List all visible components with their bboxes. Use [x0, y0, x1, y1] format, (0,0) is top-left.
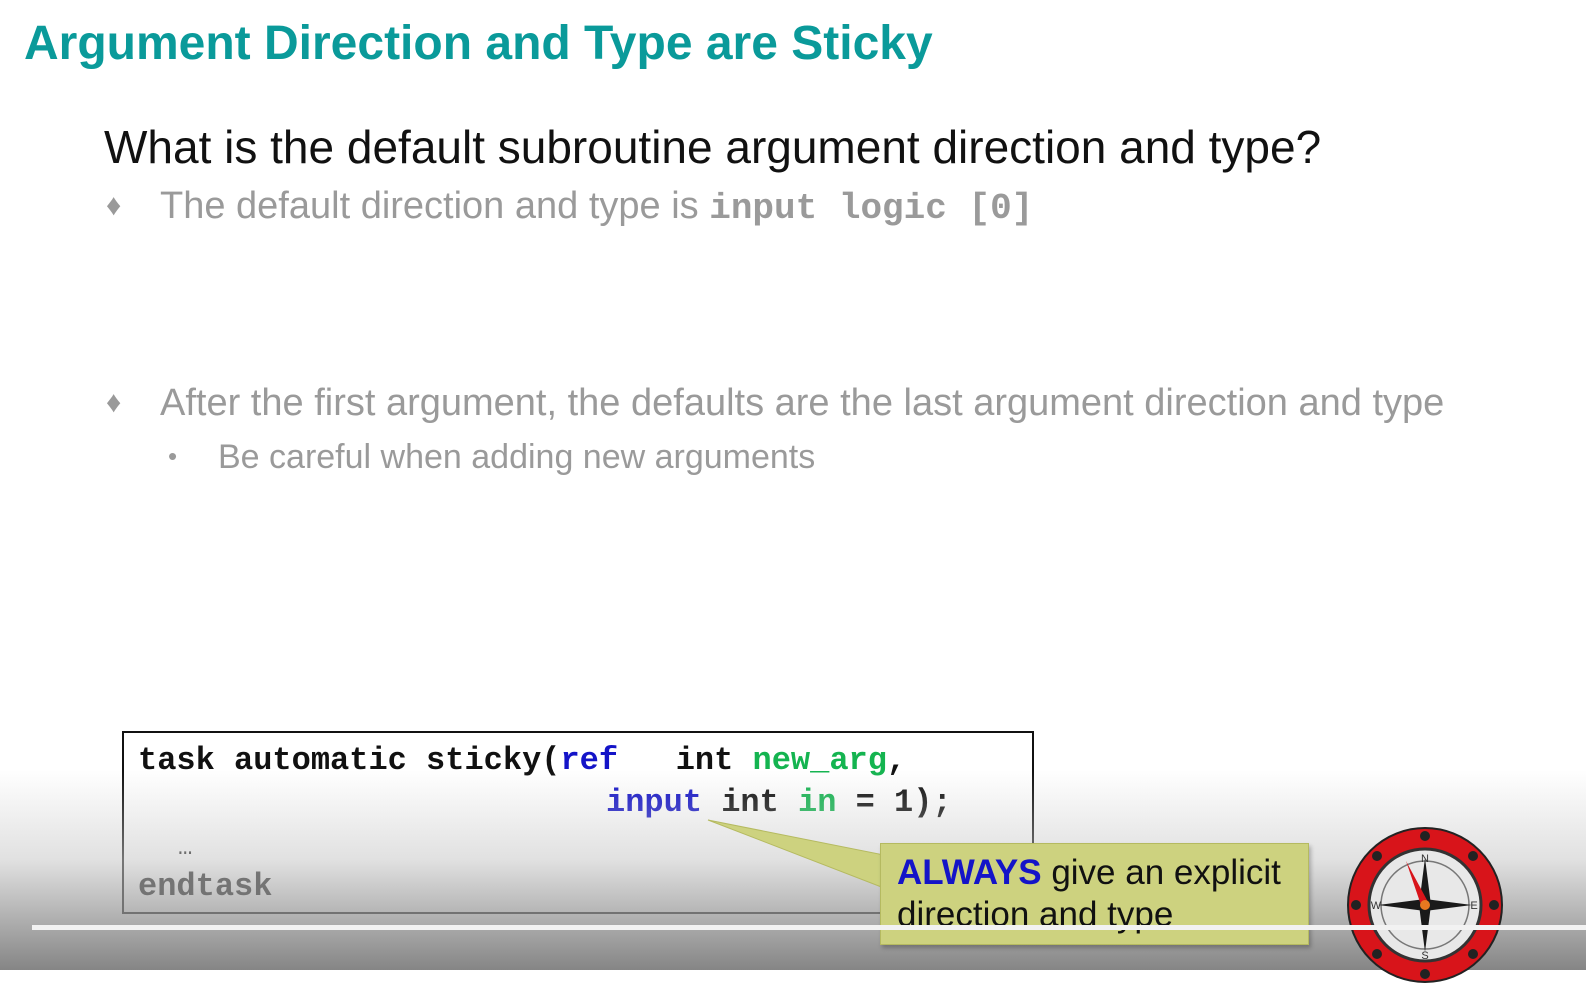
compass-label-s: S: [1421, 950, 1428, 962]
compass-icon: N W E S: [1347, 827, 1503, 983]
callout-pointer: [707, 819, 885, 889]
video-seek-bar[interactable]: [32, 925, 1586, 930]
compass-label-e: E: [1470, 900, 1477, 912]
callout-line1: give an explicit: [1041, 853, 1281, 892]
callout-strong: ALWAYS: [897, 853, 1042, 892]
compass-label-n: N: [1421, 853, 1429, 865]
compass-label-w: W: [1371, 900, 1382, 912]
callout-text: ALWAYS give an explicit direction and ty…: [897, 852, 1281, 936]
